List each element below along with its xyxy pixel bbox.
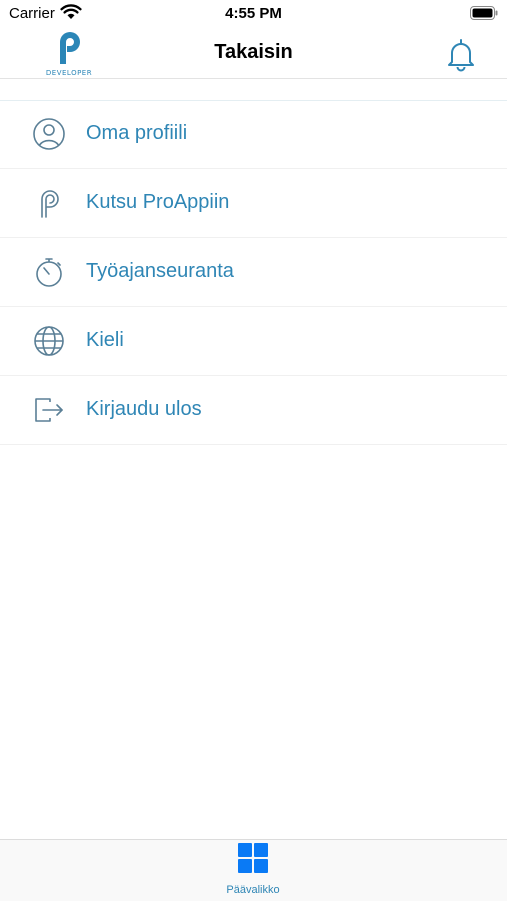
grid-icon bbox=[238, 843, 268, 873]
menu-item-language[interactable]: Kieli bbox=[0, 307, 507, 376]
tab-label: Päävalikko bbox=[226, 884, 280, 896]
menu-item-label: Kieli bbox=[86, 329, 124, 351]
menu-item-label: Kirjaudu ulos bbox=[86, 398, 202, 420]
logout-icon bbox=[32, 393, 66, 427]
logo-text: DEVELOPER bbox=[45, 69, 93, 77]
menu-item-time-tracking[interactable]: Työajanseuranta bbox=[0, 238, 507, 307]
menu-item-invite[interactable]: Kutsu ProAppiin bbox=[0, 169, 507, 238]
proapp-logo-icon bbox=[32, 186, 66, 220]
menu-item-label: Työajanseuranta bbox=[86, 260, 234, 282]
settings-menu: Oma profiili Kutsu ProAppiin Työajanseur… bbox=[0, 100, 507, 445]
tab-bar: Päävalikko bbox=[0, 839, 507, 901]
section-divider bbox=[0, 80, 507, 101]
menu-item-label: Kutsu ProAppiin bbox=[86, 191, 230, 213]
status-bar: Carrier 4:55 PM bbox=[0, 0, 507, 28]
tab-main-menu[interactable]: Päävalikko bbox=[203, 840, 303, 901]
stopwatch-icon bbox=[32, 255, 66, 289]
menu-item-logout[interactable]: Kirjaudu ulos bbox=[0, 376, 507, 445]
battery-icon bbox=[470, 6, 498, 20]
status-time: 4:55 PM bbox=[225, 5, 282, 22]
bell-icon[interactable] bbox=[447, 36, 475, 72]
menu-item-label: Oma profiili bbox=[86, 122, 188, 144]
back-title[interactable]: Takaisin bbox=[0, 41, 507, 64]
user-circle-icon bbox=[32, 117, 66, 151]
globe-icon bbox=[32, 324, 66, 358]
navigation-bar: DEVELOPER Takaisin bbox=[0, 28, 507, 79]
menu-item-profile[interactable]: Oma profiili bbox=[0, 100, 507, 169]
